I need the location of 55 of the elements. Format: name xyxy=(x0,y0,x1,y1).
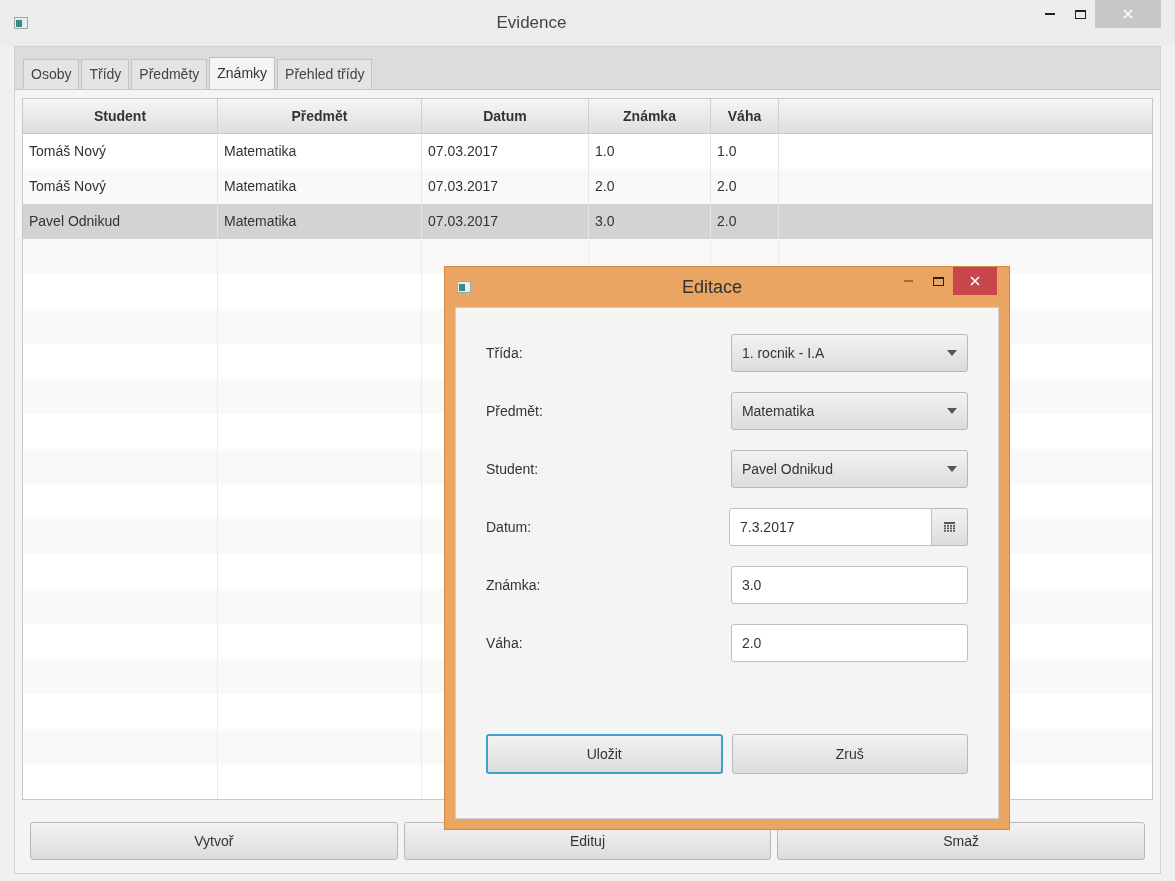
column-header[interactable]: Student xyxy=(23,99,218,133)
table-cell-text: 2.0 xyxy=(595,177,615,196)
field-label: Známka: xyxy=(486,575,542,595)
dropdown[interactable]: Pavel Odnikud xyxy=(730,450,968,488)
table-cell-text: Matematika xyxy=(224,177,297,196)
table-cell-text: Matematika xyxy=(224,212,297,231)
table-row[interactable]: Pavel Odnikud Matematika 07.03.2017 3.0 2.0 xyxy=(23,204,1152,239)
app-icon xyxy=(14,17,28,29)
tab[interactable]: Známky xyxy=(209,57,276,89)
tab[interactable]: Předměty xyxy=(131,59,208,89)
dialog-title: Editace xyxy=(681,275,742,299)
field-label: Student: xyxy=(486,459,540,479)
dropdown-value: Matematika xyxy=(741,401,815,421)
dialog-button[interactable]: Zruš xyxy=(731,734,968,774)
table-cell-text: 2.0 xyxy=(717,212,737,231)
text-field[interactable]: 2.0 xyxy=(730,624,968,662)
column-header[interactable]: Váha xyxy=(711,99,779,133)
table-cell-text: 07.03.2017 xyxy=(428,142,499,161)
window-title: Evidence xyxy=(496,12,567,35)
close-icon xyxy=(970,276,980,286)
table-cell-text: 07.03.2017 xyxy=(428,212,499,231)
tab[interactable]: Přehled třídy xyxy=(277,59,373,89)
dropdown[interactable]: Matematika xyxy=(730,392,968,430)
caret-icon xyxy=(947,350,957,356)
field-label: Předmět: xyxy=(486,401,544,421)
table-cell-text: 1.0 xyxy=(717,142,737,161)
table-cell-text: 3.0 xyxy=(595,212,615,231)
table-cell-text: Tomáš Nový xyxy=(29,142,107,161)
table-cell-text: Matematika xyxy=(224,142,297,161)
date-field[interactable]: 7.3.2017 xyxy=(729,508,932,546)
action-button[interactable]: Vytvoř xyxy=(30,822,398,860)
field-label: Třída: xyxy=(486,343,524,363)
table-cell-text: 1.0 xyxy=(595,142,615,161)
dropdown-value: 1. rocnik - I.A xyxy=(741,343,825,363)
calendar-icon xyxy=(944,522,955,532)
column-header[interactable]: Předmět xyxy=(218,99,422,133)
column-header[interactable]: Datum xyxy=(422,99,589,133)
dialog-button[interactable]: Uložit xyxy=(486,734,723,774)
field-label: Váha: xyxy=(486,633,524,653)
column-header[interactable]: Známka xyxy=(589,99,711,133)
table-cell-text: 07.03.2017 xyxy=(428,177,499,196)
tab[interactable]: Osoby xyxy=(23,59,80,89)
calendar-button[interactable] xyxy=(932,508,968,546)
close-icon xyxy=(1123,9,1133,19)
table-cell-text: Pavel Odnikud xyxy=(29,212,121,231)
tab[interactable]: Třídy xyxy=(81,59,130,89)
dropdown[interactable]: 1. rocnik - I.A xyxy=(730,334,968,372)
caret-icon xyxy=(947,466,957,472)
dropdown-value: Pavel Odnikud xyxy=(741,459,833,479)
text-field[interactable]: 3.0 xyxy=(730,566,968,604)
table-cell-text: 2.0 xyxy=(717,177,737,196)
table-cell-text: Tomáš Nový xyxy=(29,177,107,196)
app-icon xyxy=(457,281,471,293)
table-row[interactable]: Tomáš Nový Matematika 07.03.2017 2.0 2.0 xyxy=(23,169,1152,204)
field-label: Datum: xyxy=(486,517,533,537)
